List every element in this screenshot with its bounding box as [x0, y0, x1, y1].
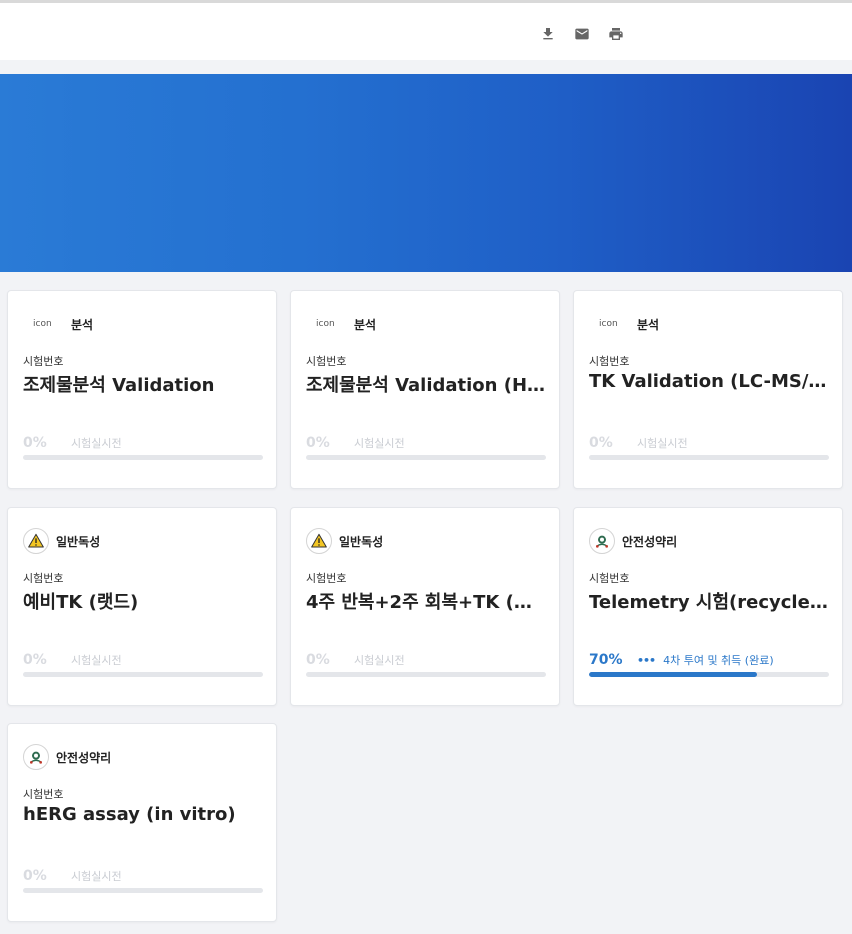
status-text: 시험실시전	[71, 437, 122, 450]
download-icon[interactable]	[539, 25, 557, 43]
study-title: TK Validation (LC-MS/MS)	[589, 371, 829, 392]
safety-pharmacology-icon	[589, 528, 615, 554]
progress-percent: 0%	[23, 868, 47, 884]
progress-row: 0% 시험실시전	[306, 651, 546, 669]
progress-row: 0% 시험실시전	[23, 651, 263, 669]
category-label: 일반독성	[339, 534, 384, 549]
progress-bar	[589, 455, 829, 460]
category-label: 분석	[354, 317, 377, 332]
study-card[interactable]: 안전성약리 시험번호 Telemetry 시험(recycle) (… 70% …	[573, 507, 843, 706]
progress-row: 70% ••• 4차 투여 및 취득 (완료)	[589, 651, 829, 669]
card-header: icon 분석	[306, 311, 376, 337]
card-header: 안전성약리	[23, 744, 111, 770]
progress-percent: 0%	[306, 652, 330, 668]
hero-banner	[0, 74, 852, 272]
progress-percent: 0%	[589, 435, 613, 451]
study-title: 조제물분석 Validation (HP…	[306, 375, 546, 396]
study-title: 조제물분석 Validation	[23, 375, 215, 396]
study-card[interactable]: icon 분석 시험번호 조제물분석 Validation (HP… 0% 시험…	[290, 290, 560, 489]
study-number-label: 시험번호	[23, 788, 64, 801]
study-card[interactable]: icon 분석 시험번호 TK Validation (LC-MS/MS) 0%…	[573, 290, 843, 489]
progress-bar	[23, 672, 263, 677]
progress-row: 0% 시험실시전	[23, 434, 263, 452]
study-title: 예비TK (랫드)	[23, 592, 139, 613]
more-dots-icon: •••	[637, 653, 656, 667]
progress-percent: 0%	[23, 435, 47, 451]
status-text: 시험실시전	[354, 437, 405, 450]
category-label: 안전성약리	[56, 750, 112, 765]
card-header: icon 분석	[589, 311, 659, 337]
mail-icon[interactable]	[573, 25, 591, 43]
study-number-label: 시험번호	[589, 355, 630, 368]
card-header: 일반독성	[23, 528, 100, 554]
study-title: hERG assay (in vitro)	[23, 804, 236, 825]
category-label: 분석	[71, 317, 94, 332]
progress-bar	[306, 672, 546, 677]
progress-row: 0% 시험실시전	[23, 867, 263, 885]
status-text: 시험실시전	[71, 870, 122, 883]
study-number-label: 시험번호	[589, 572, 630, 585]
card-header: 일반독성	[306, 528, 383, 554]
study-number-label: 시험번호	[306, 355, 347, 368]
category-icon-placeholder: icon	[599, 319, 618, 329]
card-header: 안전성약리	[589, 528, 677, 554]
category-label: 일반독성	[56, 534, 101, 549]
category-icon-placeholder: icon	[33, 319, 52, 329]
progress-row: 0% 시험실시전	[589, 434, 829, 452]
study-number-label: 시험번호	[23, 355, 64, 368]
progress-percent: 70%	[589, 652, 623, 668]
top-toolbar	[0, 0, 852, 60]
status-text: 시험실시전	[71, 654, 122, 667]
study-number-label: 시험번호	[23, 572, 64, 585]
progress-bar	[23, 455, 263, 460]
progress-percent: 0%	[306, 435, 330, 451]
study-title: Telemetry 시험(recycle) (…	[589, 592, 829, 613]
warning-icon	[23, 528, 49, 554]
category-label: 안전성약리	[622, 534, 678, 549]
category-label: 분석	[637, 317, 660, 332]
study-card[interactable]: 일반독성 시험번호 4주 반복+2주 회복+TK (랫… 0% 시험실시전	[290, 507, 560, 706]
category-icon-placeholder: icon	[316, 319, 335, 329]
progress-bar-fill	[589, 672, 757, 677]
safety-pharmacology-icon	[23, 744, 49, 770]
warning-icon	[306, 528, 332, 554]
status-text: 시험실시전	[354, 654, 405, 667]
progress-bar	[589, 672, 829, 677]
card-header: icon 분석	[23, 311, 93, 337]
progress-bar	[23, 888, 263, 893]
study-card[interactable]: 일반독성 시험번호 예비TK (랫드) 0% 시험실시전	[7, 507, 277, 706]
progress-row: 0% 시험실시전	[306, 434, 546, 452]
study-title: 4주 반복+2주 회복+TK (랫…	[306, 592, 546, 613]
status-text: 시험실시전	[637, 437, 688, 450]
status-text: 4차 투여 및 취득 (완료)	[663, 654, 774, 667]
progress-percent: 0%	[23, 652, 47, 668]
study-card[interactable]: 안전성약리 시험번호 hERG assay (in vitro) 0% 시험실시…	[7, 723, 277, 922]
print-icon[interactable]	[607, 25, 625, 43]
progress-bar	[306, 455, 546, 460]
study-card[interactable]: icon 분석 시험번호 조제물분석 Validation 0% 시험실시전	[7, 290, 277, 489]
study-number-label: 시험번호	[306, 572, 347, 585]
